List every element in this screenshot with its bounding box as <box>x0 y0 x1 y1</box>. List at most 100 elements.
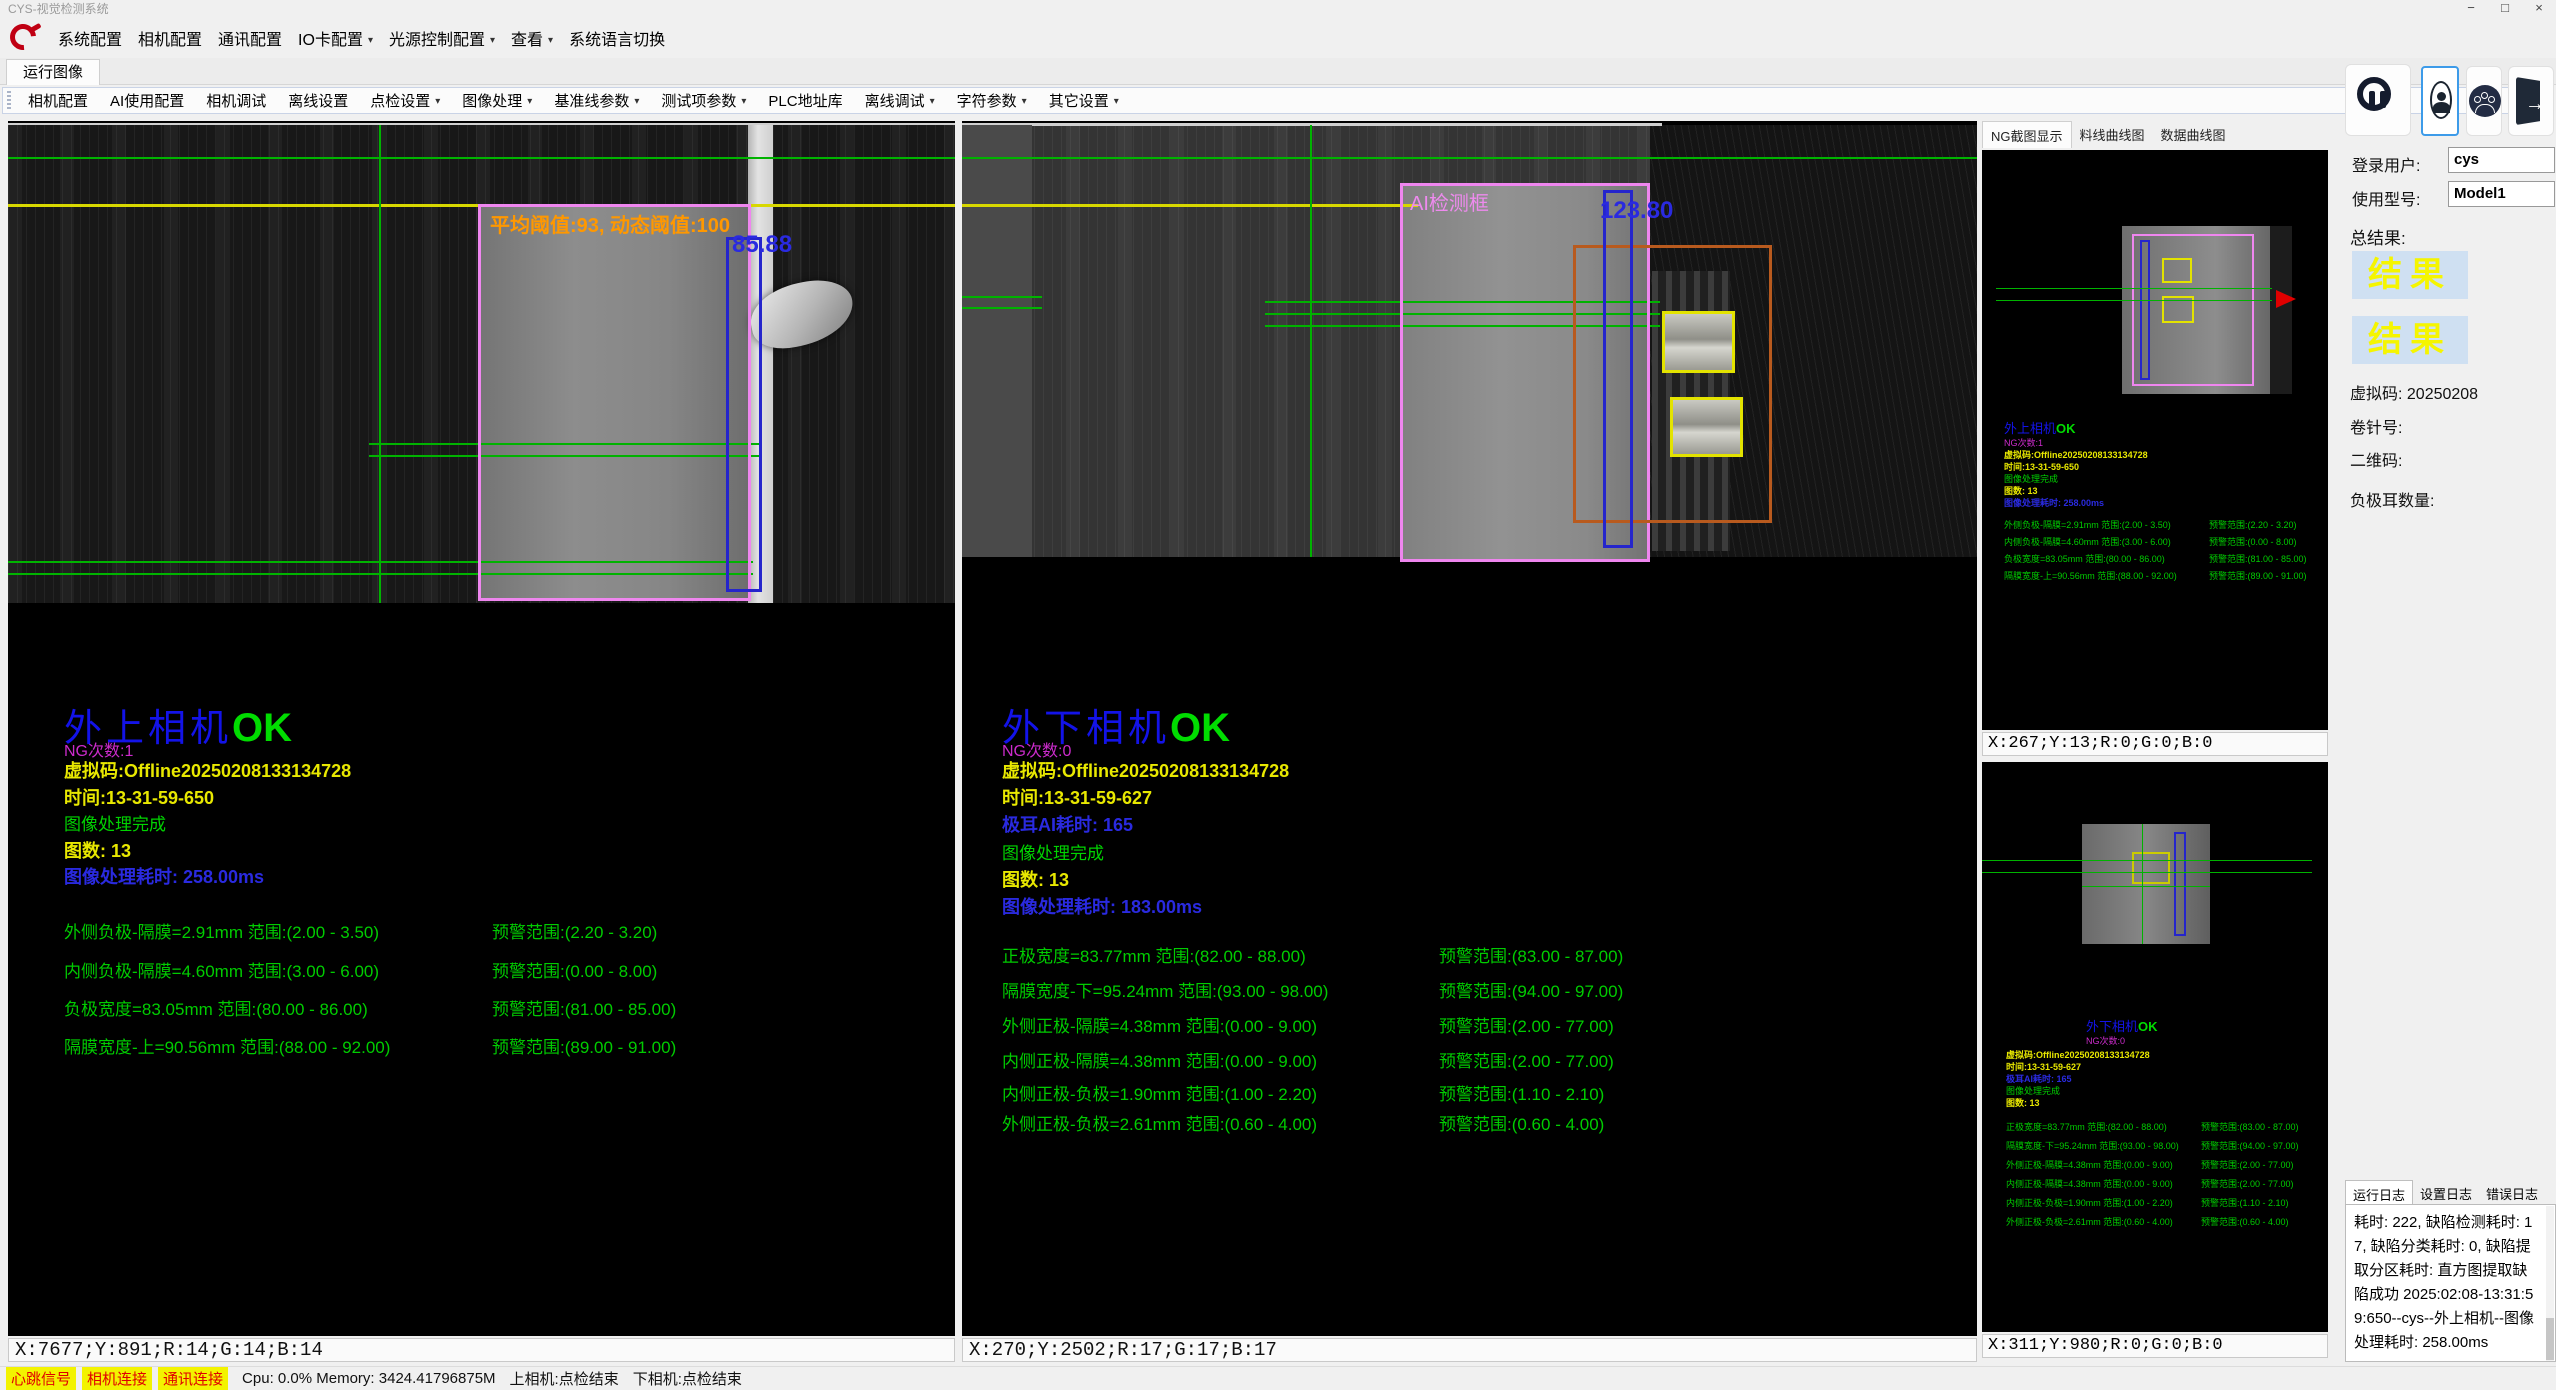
status-bar: 心跳信号 相机连接 通讯连接 Cpu: 0.0% Memory: 3424.41… <box>0 1366 2556 1390</box>
tool-ai-use-config[interactable]: AI使用配置 <box>99 90 195 111</box>
tool-camera-config[interactable]: 相机配置 <box>17 90 99 111</box>
mini-measurement-row: 内侧正极-负极=1.90mm 范围:(1.00 - 2.20) 预警范围:(1.1… <box>2006 1196 2326 1209</box>
warn-range: 预警范围:(83.00 - 87.00) <box>1439 942 1623 967</box>
warn-range: 预警范围:(1.10 - 2.10) <box>1439 1080 1604 1105</box>
frame-count: 图数: 13 <box>1002 866 1069 892</box>
left-band <box>962 125 1032 557</box>
measurement-row: 外侧正极-隔膜=4.38mm 范围:(0.00 - 9.00) 预警范围:(2.… <box>1002 1012 1942 1037</box>
tab-error-log[interactable]: 错误日志 <box>2479 1180 2545 1204</box>
group-head-3 <box>2488 96 2495 103</box>
tab-line-curve[interactable]: 料线曲线图 <box>2072 121 2153 148</box>
menu-language-switch[interactable]: 系统语言切换 <box>569 26 665 50</box>
process-time: 图像处理耗时: 258.00ms <box>64 863 264 889</box>
tool-plc-address-lib[interactable]: PLC地址库 <box>757 90 853 111</box>
log-content-box[interactable]: 耗时: 222, 缺陷检测耗时: 17, 缺陷分类耗时: 0, 缺陷提取分区耗时… <box>2345 1204 2556 1362</box>
mini-measurement-row: 内侧正极-隔膜=4.38mm 范围:(0.00 - 9.00)预警范围:(2.0… <box>2006 1177 2326 1190</box>
group-head-1 <box>2481 92 2488 99</box>
menu-view[interactable]: 查看 <box>511 26 553 50</box>
window-titlebar: CYS-视觉检测系统 <box>0 0 2556 18</box>
neg-tab-count-label: 负极耳数量: <box>2350 487 2434 511</box>
heartbeat-signal-badge: 心跳信号 <box>6 1367 76 1390</box>
menu-io-card-config[interactable]: IO卡配置 <box>298 26 373 50</box>
ng-panel1-coord-bar: X:267;Y:13;R:0;G:0;B:0 <box>1982 732 2328 756</box>
mini-green-vline <box>2142 824 2143 944</box>
total-result-label: 总结果: <box>2350 224 2406 249</box>
ng-snapshot-panel-lower[interactable]: 外下相机OK NG次数:0 虚拟码:Offline202502081331347… <box>1982 762 2328 1332</box>
measurement-text: 内侧负极-隔膜=4.60mm 范围:(3.00 - 6.00) <box>64 962 379 981</box>
frame-count: 图数: 13 <box>64 837 131 863</box>
measurement-row: 内侧负极-隔膜=4.60mm 范围:(3.00 - 6.00) 预警范围:(0.… <box>64 957 944 982</box>
mini-measurement-row: 外侧负极-隔膜=2.91mm 范围:(2.00 - 3.50)预警范围:(2.2… <box>2004 518 2324 531</box>
exit-button[interactable]: → <box>2508 66 2554 136</box>
tab-data-curve[interactable]: 数据曲线图 <box>2153 121 2234 148</box>
mini-result-title: 外下相机OK <box>2086 1016 2158 1036</box>
tool-test-item-params[interactable]: 测试项参数 <box>650 90 757 111</box>
maximize-button[interactable]: □ <box>2488 0 2522 18</box>
menu-light-control-config[interactable]: 光源控制配置 <box>389 26 495 50</box>
tool-spot-check-setting[interactable]: 点检设置 <box>359 90 451 111</box>
tool-offline-debug[interactable]: 离线调试 <box>854 90 946 111</box>
tab-setting-log[interactable]: 设置日志 <box>2413 1180 2479 1204</box>
menu-bar: 系统配置 相机配置 通讯配置 IO卡配置 光源控制配置 查看 系统语言切换 <box>0 18 2556 58</box>
tool-baseline-params[interactable]: 基准线参数 <box>543 90 650 111</box>
toolbar-grip[interactable] <box>7 91 11 110</box>
warn-range: 预警范围:(2.00 - 77.00) <box>1439 1047 1614 1072</box>
menu-comm-config[interactable]: 通讯配置 <box>218 26 282 50</box>
green-baseline <box>962 157 1977 159</box>
mini-warn: 预警范围:(1.10 - 2.10) <box>2201 1196 2289 1209</box>
tab-ng-screenshot[interactable]: NG截图显示 <box>1982 121 2072 148</box>
left-camera-viewport[interactable]: 平均阈值:93, 动态阈值:100 85.88 外上相机OK NG次数:1 虚拟… <box>8 121 955 1336</box>
login-user-label: 登录用户: <box>2352 152 2420 176</box>
menu-camera-config[interactable]: 相机配置 <box>138 26 202 50</box>
reel-number-label: 卷针号: <box>2350 414 2402 438</box>
warn-range: 预警范围:(89.00 - 91.00) <box>492 1033 676 1058</box>
mini-green-line-2 <box>1996 300 2272 301</box>
warn-range: 预警范围:(81.00 - 85.00) <box>492 995 676 1020</box>
right-camera-viewport[interactable]: AI检测框 123.80 外下相机OK NG次数:0 虚拟码:Offline20… <box>962 121 1977 1336</box>
toolbar: 相机配置 AI使用配置 相机调试 离线设置 点检设置 图像处理 基准线参数 测试… <box>2 87 2554 114</box>
yellow-tab-box-2 <box>1670 397 1743 457</box>
tool-other-settings[interactable]: 其它设置 <box>1038 90 1130 111</box>
model-label: 使用型号: <box>2352 186 2420 210</box>
mini-warn: 预警范围:(0.60 - 4.00) <box>2201 1215 2289 1228</box>
user-group-button[interactable] <box>2466 66 2502 136</box>
minimize-button[interactable]: − <box>2454 0 2488 18</box>
green-hline-short2 <box>962 307 1042 309</box>
warn-range: 预警范围:(94.00 - 97.00) <box>1439 977 1623 1002</box>
measurement-row: 正极宽度=83.77mm 范围:(82.00 - 88.00) 预警范围:(83… <box>1002 942 1942 967</box>
mini-measurement-text: 正极宽度=83.77mm 范围:(82.00 - 88.00) <box>2006 1122 2167 1132</box>
pause-button[interactable] <box>2345 64 2411 136</box>
mini-measurement-text: 内侧正极-负极=1.90mm 范围:(1.00 - 2.20) <box>2006 1198 2173 1208</box>
green-hline-short1 <box>962 296 1042 298</box>
model-field[interactable]: Model1 <box>2448 181 2555 207</box>
measurement-row: 内侧正极-负极=1.90mm 范围:(1.00 - 2.20) 预警范围:(1.… <box>1002 1080 1942 1105</box>
user-button[interactable] <box>2421 66 2459 136</box>
process-time: 图像处理耗时: 183.00ms <box>1002 893 1202 919</box>
ng-snapshot-panel-upper[interactable]: 外上相机OK NG次数:1 虚拟码:Offline202502081331347… <box>1982 150 2328 730</box>
measurement-text: 正极宽度=83.77mm 范围:(82.00 - 88.00) <box>1002 947 1306 966</box>
mini-measurement-text: 外侧正极-负极=2.61mm 范围:(0.60 - 4.00) <box>2006 1217 2173 1227</box>
mini-warn: 预警范围:(0.00 - 8.00) <box>2209 535 2297 548</box>
measurement-row: 内侧正极-隔膜=4.38mm 范围:(0.00 - 9.00) 预警范围:(2.… <box>1002 1047 1942 1072</box>
mini-measurement-text: 隔膜宽度-下=95.24mm 范围:(93.00 - 98.00) <box>2006 1141 2179 1151</box>
close-button[interactable]: × <box>2522 0 2556 18</box>
group-bodies <box>2475 104 2495 113</box>
tool-offline-setting[interactable]: 离线设置 <box>277 90 359 111</box>
log-scrollbar[interactable] <box>2546 1206 2554 1362</box>
log-content: 耗时: 222, 缺陷检测耗时: 17, 缺陷分类耗时: 0, 缺陷提取分区耗时… <box>2354 1214 2534 1351</box>
mini-frame-count: 图数: 13 <box>2006 1096 2040 1109</box>
tool-camera-debug[interactable]: 相机调试 <box>195 90 277 111</box>
menu-system-config[interactable]: 系统配置 <box>58 26 122 50</box>
tab-run-log[interactable]: 运行日志 <box>2345 1180 2413 1204</box>
tool-char-params[interactable]: 字符参数 <box>946 90 1038 111</box>
measurement-text: 内侧正极-隔膜=4.38mm 范围:(0.00 - 9.00) <box>1002 1052 1317 1071</box>
tool-image-processing[interactable]: 图像处理 <box>451 90 543 111</box>
log-scrollbar-thumb[interactable] <box>2546 1318 2554 1360</box>
mini-warn: 预警范围:(2.20 - 3.20) <box>2209 518 2297 531</box>
yellow-tab-box-1 <box>1662 311 1735 373</box>
measurement-text: 隔膜宽度-下=95.24mm 范围:(93.00 - 98.00) <box>1002 982 1328 1001</box>
user-icon-body <box>2433 102 2450 113</box>
mini-measurement-text: 内侧正极-隔膜=4.38mm 范围:(0.00 - 9.00) <box>2006 1179 2173 1189</box>
tab-run-image[interactable]: 运行图像 <box>6 59 100 85</box>
login-user-field[interactable]: cys <box>2448 147 2555 173</box>
